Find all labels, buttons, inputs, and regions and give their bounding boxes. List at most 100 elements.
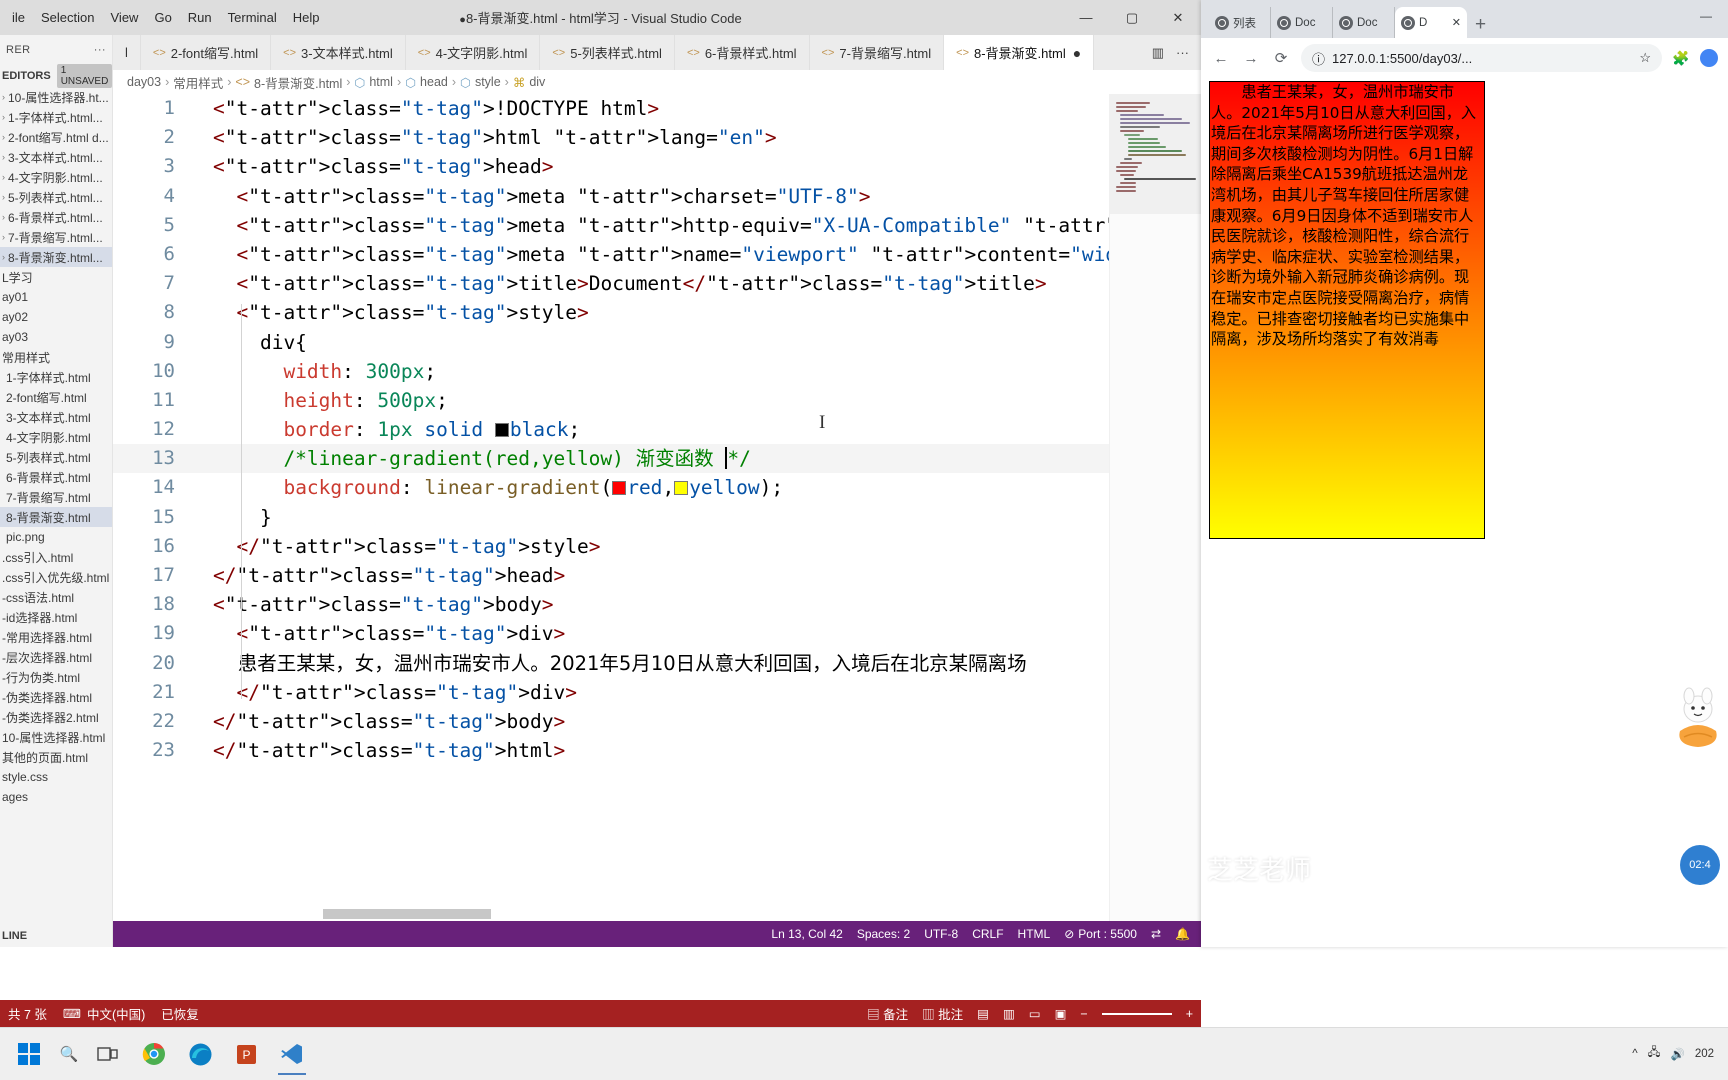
menu-item-help[interactable]: Help xyxy=(285,7,328,28)
open-editor-item[interactable]: › 4-文字阴影.html... xyxy=(0,167,112,187)
file-tree-item[interactable]: ay01 xyxy=(0,287,112,307)
menu-item-run[interactable]: Run xyxy=(180,7,220,28)
file-tree-item[interactable]: -css语法.html xyxy=(0,587,112,607)
breadcrumb-segment[interactable]: day03 xyxy=(127,75,161,89)
view-normal-button[interactable]: ▤ xyxy=(977,1006,989,1021)
code-line[interactable]: 5 <"t-attr">class="t-tag">meta "t-attr">… xyxy=(113,211,1201,240)
file-tree-item[interactable]: 1-字体样式.html xyxy=(0,367,112,387)
open-editors-section-header[interactable]: EDITORS 1 UNSAVED xyxy=(0,64,112,88)
view-sorter-button[interactable]: ▥ xyxy=(1003,1006,1015,1021)
file-tree-item[interactable]: 10-属性选择器.html xyxy=(0,727,112,747)
code-line[interactable]: 1 <"t-attr">class="t-tag">!DOCTYPE html> xyxy=(113,94,1201,123)
file-tree-item[interactable]: 5-列表样式.html xyxy=(0,447,112,467)
open-editor-item[interactable]: › 6-背景样式.html... xyxy=(0,207,112,227)
code-line[interactable]: 16 </"t-attr">class="t-tag">style> xyxy=(113,532,1201,561)
code-line[interactable]: 20 患者王某某，女，温州市瑞安市人。2021年5月10日从意大利回国，入境后在… xyxy=(113,649,1201,678)
chrome-window-controls[interactable]: — xyxy=(1684,0,1728,32)
file-tree-item[interactable]: 7-背景缩写.html xyxy=(0,487,112,507)
tray-volume-icon[interactable]: 🔊 xyxy=(1670,1047,1684,1061)
outline-section-header[interactable]: LINE xyxy=(0,925,112,947)
back-icon[interactable]: ← xyxy=(1207,44,1235,72)
browser-tab[interactable]: 列表 xyxy=(1209,7,1271,38)
breadcrumb-segment[interactable]: style xyxy=(475,75,501,89)
status-live-server-port[interactable]: ⊘ Port : 5500 xyxy=(1057,921,1144,947)
zoom-out-button[interactable]: − xyxy=(1080,1007,1087,1021)
editor-tab[interactable]: <> 8-背景渐变.html ● xyxy=(944,35,1095,70)
tabbar-more-icon[interactable]: ··· xyxy=(1176,45,1189,60)
code-line[interactable]: 4 <"t-attr">class="t-tag">meta "t-attr">… xyxy=(113,182,1201,211)
file-tree-item[interactable]: .css引入优先级.html xyxy=(0,567,112,587)
menu-item-view[interactable]: View xyxy=(103,7,147,28)
editor-tab[interactable]: <> 5-列表样式.html xyxy=(540,35,675,70)
file-tree-item[interactable]: 4-文字阴影.html xyxy=(0,427,112,447)
horizontal-scrollbar[interactable] xyxy=(323,909,491,919)
code-line[interactable]: 23 </"t-attr">class="t-tag">html> xyxy=(113,736,1201,765)
file-tree-item[interactable]: 常用样式 xyxy=(0,347,112,367)
file-tree-item[interactable]: ages xyxy=(0,787,112,807)
open-editor-item[interactable]: › 7-背景缩写.html... xyxy=(0,227,112,247)
code-line[interactable]: 3 <"t-attr">class="t-tag">head> xyxy=(113,152,1201,181)
editor-tab[interactable]: <> 4-文字阴影.html xyxy=(405,35,541,70)
edge-taskbar-icon[interactable] xyxy=(178,1032,222,1076)
explorer-more-icon[interactable]: ··· xyxy=(94,44,106,56)
open-editor-item[interactable]: › 8-背景渐变.html... xyxy=(0,247,112,267)
file-tree-item[interactable]: -伪类选择器2.html xyxy=(0,707,112,727)
open-editor-item[interactable]: › 5-列表样式.html... xyxy=(0,187,112,207)
file-tree-item[interactable]: 6-背景样式.html xyxy=(0,467,112,487)
code-line[interactable]: 22 </"t-attr">class="t-tag">body> xyxy=(113,707,1201,736)
site-info-icon[interactable]: ⓘ xyxy=(1312,49,1325,68)
code-line[interactable]: 9 div{ xyxy=(113,328,1201,357)
tray-chevron-icon[interactable]: ^ xyxy=(1632,1048,1637,1060)
split-editor-icon[interactable]: ▥ xyxy=(1152,45,1164,61)
file-tree-item[interactable]: 3-文本样式.html xyxy=(0,407,112,427)
breadcrumb-segment[interactable]: div xyxy=(529,75,545,89)
file-tree-item[interactable]: -层次选择器.html xyxy=(0,647,112,667)
tray-clock[interactable]: 202 xyxy=(1695,1048,1714,1060)
browser-tab[interactable]: Doc xyxy=(1333,7,1395,38)
code-line[interactable]: 11 height: 500px; xyxy=(113,386,1201,415)
bookmark-star-icon[interactable]: ☆ xyxy=(1639,50,1651,66)
status-eol[interactable]: CRLF xyxy=(965,921,1010,947)
maximize-button[interactable]: ▢ xyxy=(1109,0,1155,35)
status-indentation[interactable]: Spaces: 2 xyxy=(850,921,917,947)
file-tree-item[interactable]: 其他的页面.html xyxy=(0,747,112,767)
view-reading-button[interactable]: ▭ xyxy=(1029,1006,1041,1021)
powerpoint-taskbar-icon[interactable]: P xyxy=(224,1032,268,1076)
code-editor[interactable]: 1 <"t-attr">class="t-tag">!DOCTYPE html> 2… xyxy=(113,94,1201,921)
zoom-in-button[interactable]: + xyxy=(1186,1007,1193,1021)
forward-icon[interactable]: → xyxy=(1237,44,1265,72)
open-editor-item[interactable]: › 2-font缩写.html d... xyxy=(0,127,112,147)
address-bar[interactable]: ⓘ 127.0.0.1:5500/day03/... ☆ xyxy=(1301,44,1662,72)
editor-tab[interactable]: <> 7-背景缩写.html xyxy=(809,35,945,70)
code-line[interactable]: 15 } xyxy=(113,503,1201,532)
vscode-taskbar-icon[interactable] xyxy=(270,1032,314,1076)
open-editor-item[interactable]: › 1-字体样式.html... xyxy=(0,107,112,127)
chrome-taskbar-icon[interactable] xyxy=(132,1032,176,1076)
code-line[interactable]: 13 /*linear-gradient(red,yellow) 渐变函数 */ xyxy=(113,444,1201,474)
minimize-button[interactable]: — xyxy=(1063,0,1109,35)
file-tree-item[interactable]: ay02 xyxy=(0,307,112,327)
open-editor-item[interactable]: › 10-属性选择器.ht... xyxy=(0,87,112,107)
new-tab-button[interactable]: + xyxy=(1475,15,1486,34)
breadcrumb-segment[interactable]: 8-背景渐变.html xyxy=(254,73,342,92)
editor-tab[interactable]: <> 2-font缩写.html xyxy=(140,35,272,70)
tray-network-icon[interactable]: 🖧 xyxy=(1648,1045,1661,1064)
extensions-icon[interactable]: 🧩 xyxy=(1668,45,1694,71)
status-notifications-bell-icon[interactable]: 🔔 xyxy=(1168,921,1197,947)
menu-item-selection[interactable]: Selection xyxy=(33,7,102,28)
menu-item-terminal[interactable]: Terminal xyxy=(220,7,285,28)
code-line[interactable]: 17 </"t-attr">class="t-tag">head> xyxy=(113,561,1201,590)
chrome-minimize-button[interactable]: — xyxy=(1684,0,1728,32)
profile-avatar-icon[interactable] xyxy=(1696,45,1722,71)
minimap[interactable] xyxy=(1109,94,1201,921)
breadcrumb[interactable]: day03 › 常用样式 › <> 8-背景渐变.html › ⬡ html › ⬡ head › ⬡ st… xyxy=(113,70,1201,94)
code-line[interactable]: 21 </"t-attr">class="t-tag">div> xyxy=(113,678,1201,707)
file-tree-item[interactable]: pic.png xyxy=(0,527,112,547)
open-editor-item[interactable]: › 3-文本样式.html... xyxy=(0,147,112,167)
task-view-icon[interactable] xyxy=(86,1032,130,1076)
status-broadcast-icon[interactable]: ⇄ xyxy=(1144,921,1168,947)
reload-icon[interactable]: ⟳ xyxy=(1267,44,1295,72)
breadcrumb-segment[interactable]: html xyxy=(369,75,393,89)
file-tree-item[interactable]: -常用选择器.html xyxy=(0,627,112,647)
code-line[interactable]: 7 <"t-attr">class="t-tag">title>Document… xyxy=(113,269,1201,298)
